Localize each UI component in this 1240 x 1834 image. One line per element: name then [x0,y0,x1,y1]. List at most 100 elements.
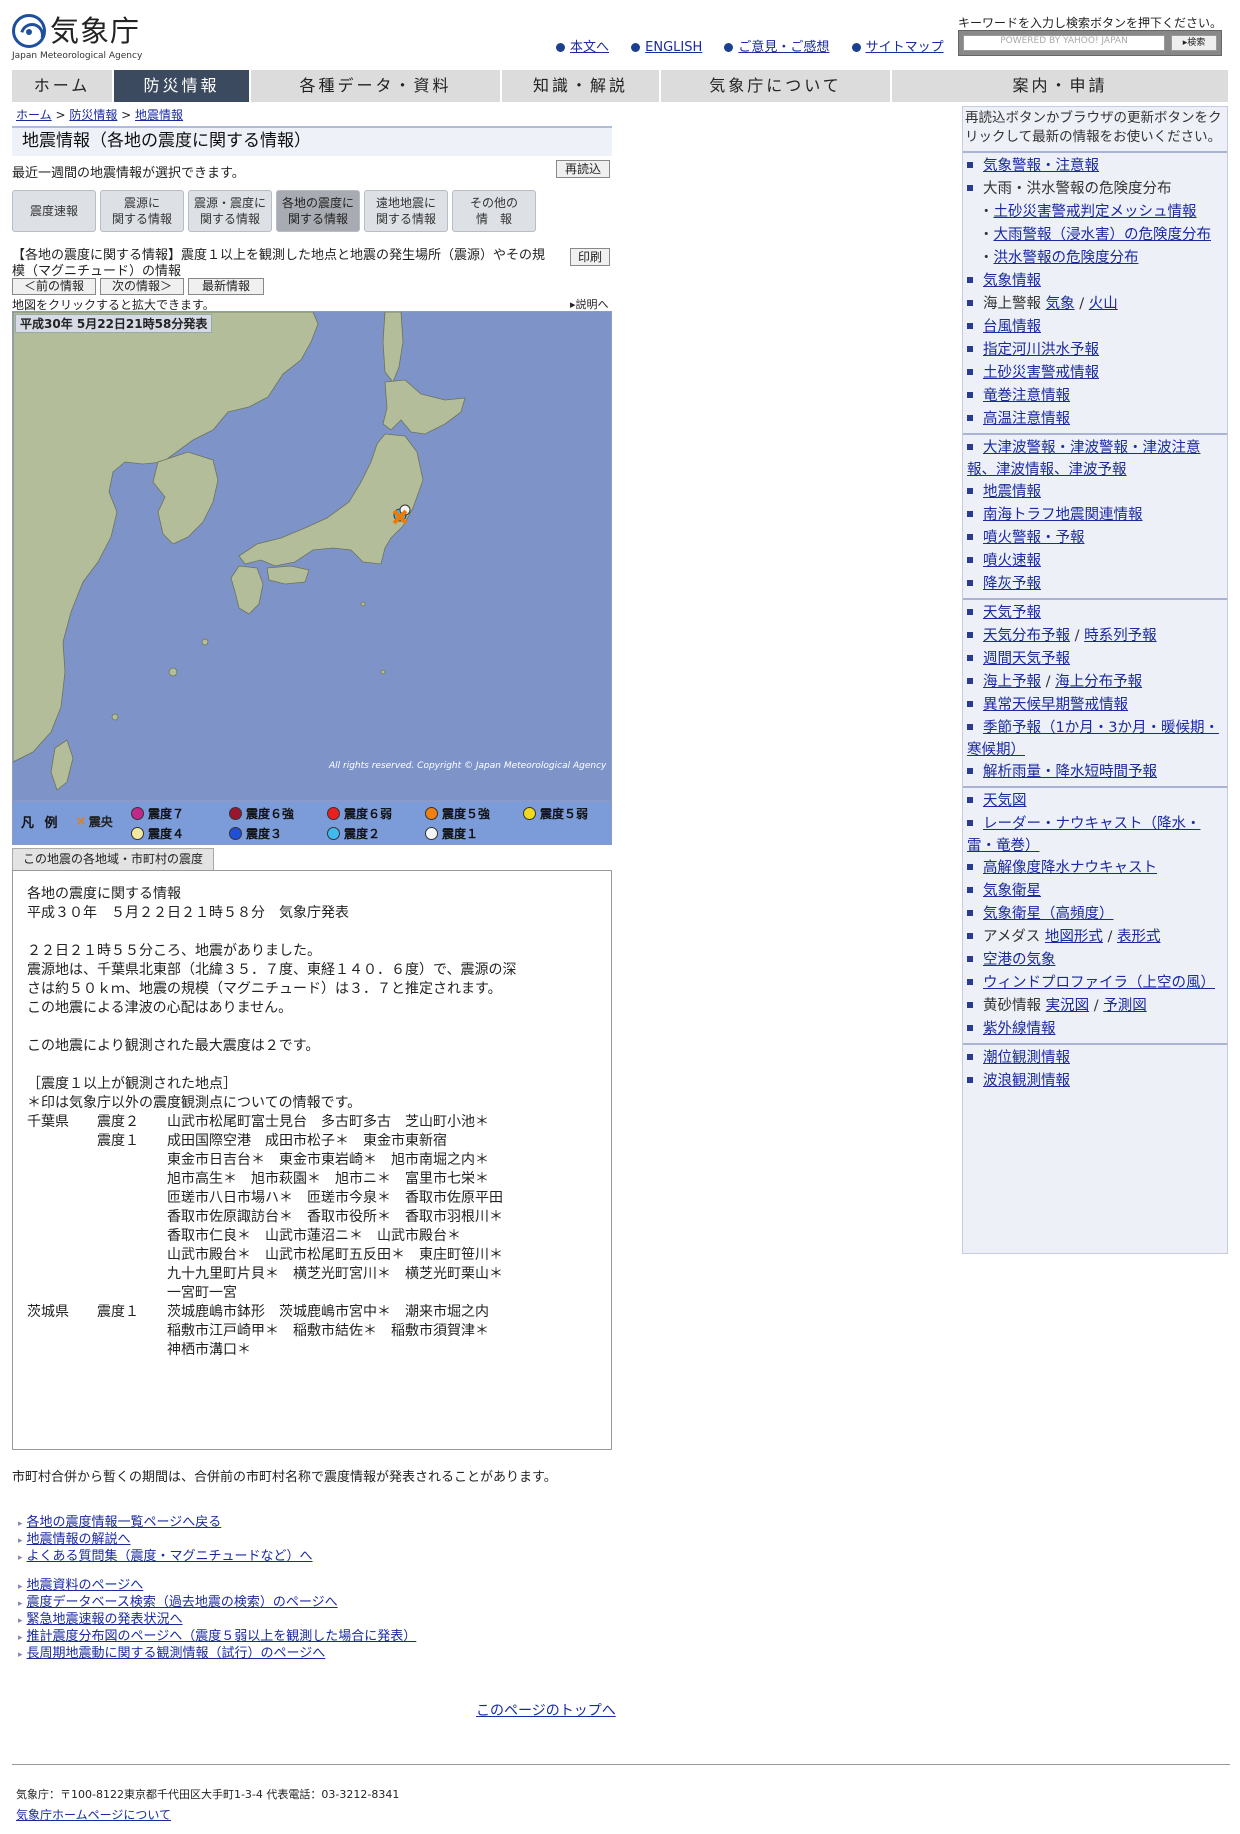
prev-info-button[interactable]: ＜前の情報 [12,278,96,295]
sidebar-item[interactable]: 竜巻注意情報 [963,385,1227,408]
sidebar-item-label[interactable]: 台風情報 [983,319,1041,335]
sidebar-sub-link[interactable]: 火山 [1089,296,1118,312]
breadcrumb-disaster[interactable]: 防災情報 [69,108,117,122]
nav-tab-guide[interactable]: 案内・申請 [892,70,1228,102]
sidebar-item[interactable]: 天気予報 [963,602,1227,625]
sidebar-item-label[interactable]: 竜巻注意情報 [983,388,1070,404]
sidebar-item[interactable]: 高解像度降水ナウキャスト [963,857,1227,880]
sidebar-item-label[interactable]: 高解像度降水ナウキャスト [983,860,1157,876]
sidebar-item[interactable]: レーダー・ナウキャスト（降水・雷・竜巻） [963,813,1227,857]
sidebar-item[interactable]: 気象情報 [963,270,1227,293]
cat-tab-other[interactable]: その他の情 報 [452,190,536,232]
sidebar-item[interactable]: 噴火警報・予報 [963,527,1227,550]
link-eq-explanation[interactable]: 地震情報の解説へ [27,1532,131,1547]
sidebar-item[interactable]: 天気図 [963,790,1227,813]
sidebar-item-label[interactable]: 週間天気予報 [983,651,1070,667]
sidebar-item[interactable]: 噴火速報 [963,550,1227,573]
link-estimated-intensity[interactable]: 推計震度分布図のページへ（震度５弱以上を観測した場合に発表） [27,1629,417,1644]
footer-about-link[interactable]: 気象庁ホームページについて [16,1806,171,1823]
link-sitemap[interactable]: サイトマップ [851,40,944,55]
sidebar-item[interactable]: ウィンドプロファイラ（上空の風） [963,972,1227,995]
sidebar-sub-link[interactable]: 予測図 [1103,998,1147,1014]
sidebar-item-label[interactable]: 南海トラフ地震関連情報 [983,507,1143,523]
sidebar-item-label[interactable]: 季節予報（1か月・3か月・暖候期・寒候期） [967,720,1219,758]
sidebar-sub-link[interactable]: 表形式 [1117,929,1161,945]
search-button[interactable]: ▸検索 [1171,35,1217,51]
sidebar-item-label[interactable]: 紫外線情報 [983,1021,1056,1037]
cat-tab-hypocenter[interactable]: 震源に 関する情報 [100,190,184,232]
sidebar-item[interactable]: 大雨警報（浸水害）の危険度分布 [963,224,1227,247]
sidebar-item[interactable]: 潮位観測情報 [963,1047,1227,1070]
breadcrumb-home[interactable]: ホーム [16,108,52,122]
cat-tab-shindo-sokuhou[interactable]: 震度速報 [12,190,96,232]
sidebar-item[interactable]: 空港の気象 [963,949,1227,972]
jma-logo[interactable]: 気象庁 Japan Meteorological Agency [12,14,142,62]
sidebar-item[interactable]: 海上予報 / 海上分布予報 [963,671,1227,694]
sidebar-item[interactable]: 気象衛星（高頻度） [963,903,1227,926]
reload-button[interactable]: 再読込 [556,160,610,178]
sidebar-item-label[interactable]: 異常天候早期警戒情報 [983,697,1128,713]
breadcrumb-earthquake[interactable]: 地震情報 [135,108,183,122]
link-english[interactable]: ENGLISH [631,40,702,55]
sidebar-item-label[interactable]: 大津波警報・津波警報・津波注意報、津波情報、津波予報 [967,440,1201,478]
sidebar-item[interactable]: 洪水警報の危険度分布 [963,247,1227,270]
link-faq[interactable]: よくある質問集（震度・マグニチュードなど）へ [27,1549,313,1564]
sidebar-item[interactable]: 波浪観測情報 [963,1070,1227,1093]
sidebar-item-label[interactable]: 気象衛星（高頻度） [983,906,1114,922]
sidebar-item-label[interactable]: 地震情報 [983,484,1041,500]
next-info-button[interactable]: 次の情報＞ [100,278,184,295]
sidebar-item-label[interactable]: 空港の気象 [983,952,1056,968]
print-button[interactable]: 印刷 [570,248,610,266]
sidebar-item-label[interactable]: 天気分布予報 [983,628,1070,644]
sidebar-item[interactable]: 地震情報 [963,481,1227,504]
link-feedback[interactable]: ご意見・ご感想 [724,40,829,55]
sidebar-item-label[interactable]: レーダー・ナウキャスト（降水・雷・竜巻） [967,816,1201,854]
link-intensity-db[interactable]: 震度データベース検索（過去地震の検索）のページへ [27,1595,338,1610]
page-top-link[interactable]: このページのトップへ [476,1700,616,1720]
sidebar-item[interactable]: 気象警報・注意報 [963,155,1227,178]
nav-tab-knowledge[interactable]: 知識・解説 [502,70,661,102]
sidebar-sub-link[interactable]: 海上分布予報 [1055,674,1142,690]
link-long-period[interactable]: 長周期地震動に関する観測情報（試行）のページへ [27,1646,326,1661]
sidebar-item-label[interactable]: 大雨警報（浸水害）の危険度分布 [994,227,1212,243]
region-intensity-tab[interactable]: この地震の各地域・市町村の震度 [12,848,214,870]
sidebar-item[interactable]: 高温注意情報 [963,408,1227,431]
link-main-content[interactable]: 本文へ [556,40,609,55]
sidebar-item-label[interactable]: 気象衛星 [983,883,1041,899]
sidebar-item-label[interactable]: 潮位観測情報 [983,1050,1070,1066]
sidebar-item[interactable]: 降灰予報 [963,573,1227,596]
sidebar-item-label[interactable]: 気象警報・注意報 [983,158,1099,174]
sidebar-item[interactable]: 解析雨量・降水短時間予報 [963,761,1227,784]
nav-tab-about[interactable]: 気象庁について [661,70,892,102]
cat-tab-distant[interactable]: 遠地地震に 関する情報 [364,190,448,232]
sidebar-item-label[interactable]: 洪水警報の危険度分布 [994,250,1139,266]
sidebar-item-label[interactable]: 解析雨量・降水短時間予報 [983,764,1157,780]
sidebar-item-label[interactable]: 指定河川洪水予報 [983,342,1099,358]
intensity-map[interactable]: 平成30年 5月22日21時58分発表 All rights reserved.… [12,311,612,801]
sidebar-item-label[interactable]: ウィンドプロファイラ（上空の風） [983,975,1215,991]
cat-tab-hypocenter-intensity[interactable]: 震源・震度に 関する情報 [188,190,272,232]
sidebar-item-label[interactable]: 天気予報 [983,605,1041,621]
latest-info-button[interactable]: 最新情報 [188,278,264,295]
sidebar-item[interactable]: 土砂災害警戒判定メッシュ情報 [963,201,1227,224]
explain-link[interactable]: ▸説明へ [570,296,609,312]
link-eew-status[interactable]: 緊急地震速報の発表状況へ [27,1612,183,1627]
sidebar-item[interactable]: 土砂災害警戒情報 [963,362,1227,385]
sidebar-item[interactable]: 南海トラフ地震関連情報 [963,504,1227,527]
nav-tab-disaster[interactable]: 防災情報 [114,70,251,102]
sidebar-item-label[interactable]: 土砂災害警戒判定メッシュ情報 [994,204,1197,220]
sidebar-item[interactable]: 天気分布予報 / 時系列予報 [963,625,1227,648]
sidebar-item-label[interactable]: 噴火速報 [983,553,1041,569]
sidebar-item[interactable]: 異常天候早期警戒情報 [963,694,1227,717]
sidebar-sub-link[interactable]: 気象 [1046,296,1075,312]
link-eq-data[interactable]: 地震資料のページへ [27,1578,144,1593]
sidebar-item[interactable]: 指定河川洪水予報 [963,339,1227,362]
sidebar-item[interactable]: 紫外線情報 [963,1018,1227,1041]
sidebar-item-label[interactable]: 海上予報 [983,674,1041,690]
sidebar-item[interactable]: 気象衛星 [963,880,1227,903]
sidebar-item-label[interactable]: 波浪観測情報 [983,1073,1070,1089]
sidebar-item-label[interactable]: 気象情報 [983,273,1041,289]
link-intensity-list[interactable]: 各地の震度情報一覧ページへ戻る [27,1515,222,1530]
sidebar-item-label[interactable]: 高温注意情報 [983,411,1070,427]
cat-tab-local-intensity[interactable]: 各地の震度に 関する情報 [276,190,360,232]
